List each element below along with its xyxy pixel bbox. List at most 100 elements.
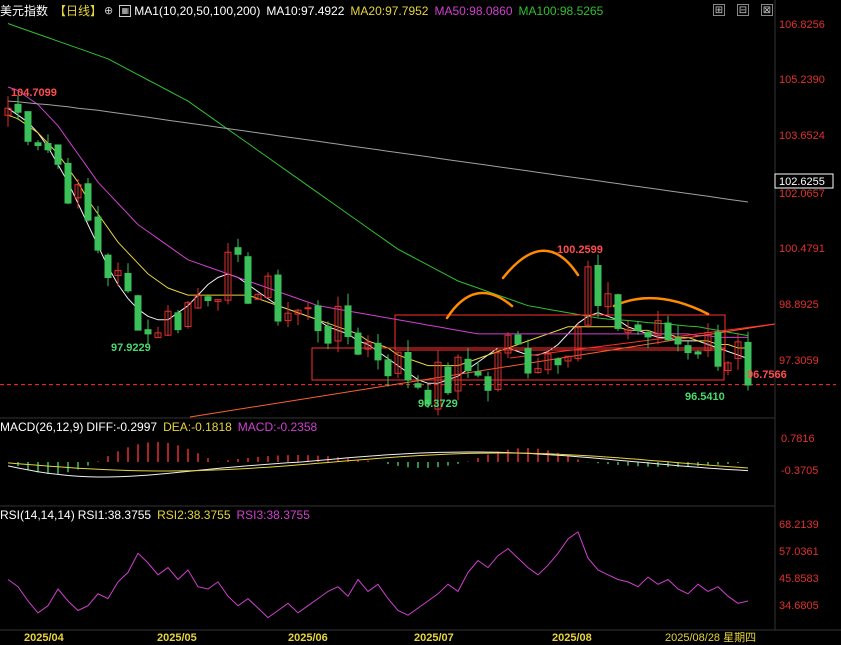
candle-body <box>674 337 682 345</box>
x-tick: 2025/08 <box>552 632 592 644</box>
candle-body <box>524 348 532 374</box>
rsi-y-tick: 57.0361 <box>779 546 819 558</box>
macd-y-tick: -0.3705 <box>781 465 818 477</box>
candle-body <box>404 352 412 381</box>
price-labels: 104.7099 97.9229 96.3729 100.2599 96.541… <box>11 87 787 410</box>
candle-body <box>324 326 332 344</box>
candle-body <box>274 274 282 322</box>
panel-close-icon[interactable]: ⊠ <box>761 4 773 16</box>
trend-line-rising <box>189 323 776 418</box>
candle-body <box>354 332 362 355</box>
y-tick: 102.0657 <box>779 188 825 200</box>
annotation-low-apr: 97.9229 <box>111 342 151 354</box>
candle-body <box>514 334 522 345</box>
candle-body <box>14 103 22 113</box>
macd-y-tick: 0.7816 <box>781 433 815 445</box>
ma-line-ma200 <box>7 100 749 203</box>
x-tick: 2025/05 <box>157 632 197 644</box>
main-header: 美元指数 【日线】 ⊕ ▦ MA1(10,20,50,100,200) MA10… <box>0 2 609 20</box>
candle-body <box>94 216 102 251</box>
y-tick: 97.3059 <box>779 355 819 367</box>
ma-label: MA1(10,20,50,100,200) <box>134 4 261 18</box>
annotation-low-aug: 96.5410 <box>685 391 725 403</box>
candle-body <box>234 247 242 255</box>
macd-dea: DEA:-0.1818 <box>163 420 232 434</box>
candle-body <box>464 358 472 372</box>
right-shoulder-arc <box>612 296 710 316</box>
candle-body <box>54 144 62 165</box>
time-axis: 2025/04 2025/05 2025/06 2025/07 2025/08 … <box>24 631 756 644</box>
rsi-y-tick: 45.8583 <box>779 573 819 585</box>
macd-value: MACD:-0.2358 <box>237 420 318 434</box>
range-box <box>311 347 725 381</box>
y-tick: 105.2390 <box>779 74 825 86</box>
candle-body <box>664 322 672 341</box>
rsi2-value: RSI2:38.3755 <box>157 508 231 522</box>
rsi-label: RSI(14,14,14) <box>0 508 75 522</box>
candle-body <box>594 265 602 306</box>
period-label[interactable]: 【日线】 <box>54 2 102 20</box>
candle-body <box>684 345 692 354</box>
candle-body <box>304 307 312 310</box>
candle-body <box>374 342 382 361</box>
candle-body <box>344 305 352 338</box>
y-tick: 106.8256 <box>779 19 825 31</box>
candle-body <box>124 272 132 292</box>
candle-body <box>314 305 322 332</box>
annotation-last-price: 96.7566 <box>747 369 787 381</box>
x-tick-current: 2025/08/28 星期四 <box>665 631 756 644</box>
macd-label: MACD(26,12,9) <box>0 420 84 434</box>
candle-body <box>444 366 452 394</box>
chart-canvas: 104.7099 97.9229 96.3729 100.2599 96.541… <box>0 0 841 644</box>
y-tick: 98.8925 <box>779 299 819 311</box>
rsi-panel <box>7 531 749 619</box>
candle-body <box>694 351 702 355</box>
macd-panel <box>7 442 749 478</box>
rsi3-value: RSI3:38.3755 <box>236 508 310 522</box>
rsi-y-tick: 34.6805 <box>779 600 819 612</box>
macd-diff: DIFF:-0.2997 <box>86 420 158 434</box>
x-tick: 2025/07 <box>414 632 454 644</box>
chart-settings-icon[interactable]: ▦ <box>119 5 132 17</box>
candle-body <box>134 295 142 331</box>
y-tick: 103.6524 <box>779 130 825 142</box>
candle-body <box>614 294 622 329</box>
ma100-value: MA100:98.5265 <box>518 4 604 18</box>
panel-settings-icon[interactable]: ⊞ <box>713 4 725 16</box>
symbol-name: 美元指数 <box>0 4 49 18</box>
candle-body <box>144 329 152 335</box>
rsi-header: RSI(14,14,14) RSI1:38.3755 RSI2:38.3755 … <box>0 506 316 524</box>
ma10-value: MA10:97.4922 <box>266 4 345 18</box>
refresh-icon[interactable]: ⊕ <box>104 2 113 20</box>
rsi-y-tick: 68.2139 <box>779 519 819 531</box>
ma20-value: MA20:97.7952 <box>350 4 429 18</box>
range-box-upper <box>394 314 726 351</box>
candlesticks <box>4 95 752 416</box>
rsi1-value: RSI1:38.3755 <box>77 508 152 522</box>
current-price-value: 102.6255 <box>779 176 825 188</box>
candle-body <box>104 254 112 279</box>
annotation-high-jul: 100.2599 <box>557 244 603 256</box>
ma50-value: MA50:98.0860 <box>434 4 513 18</box>
ma-line-ma100 <box>7 23 749 337</box>
x-tick: 2025/04 <box>24 632 65 644</box>
rsi-line <box>7 531 749 619</box>
macd-diff-line <box>7 451 749 478</box>
candle-body <box>384 359 392 377</box>
y-tick: 100.4791 <box>779 243 825 255</box>
candle-body <box>204 296 212 301</box>
candle-body <box>34 142 42 146</box>
panel-restore-icon[interactable]: ⊟ <box>737 4 749 16</box>
candle-body <box>244 256 252 304</box>
annotation-low-jul: 96.3729 <box>418 398 458 410</box>
candle-body <box>64 162 72 204</box>
candle-body <box>644 331 652 338</box>
candle-body <box>474 371 482 376</box>
macd-header: MACD(26,12,9) DIFF:-0.2997 DEA:-0.1818 M… <box>0 418 323 436</box>
candle-body <box>634 324 642 332</box>
candle-body <box>24 111 32 142</box>
annotation-high-start: 104.7099 <box>11 87 57 99</box>
candle-body <box>484 376 492 391</box>
candle-body <box>414 383 422 388</box>
candle-body <box>554 358 562 366</box>
